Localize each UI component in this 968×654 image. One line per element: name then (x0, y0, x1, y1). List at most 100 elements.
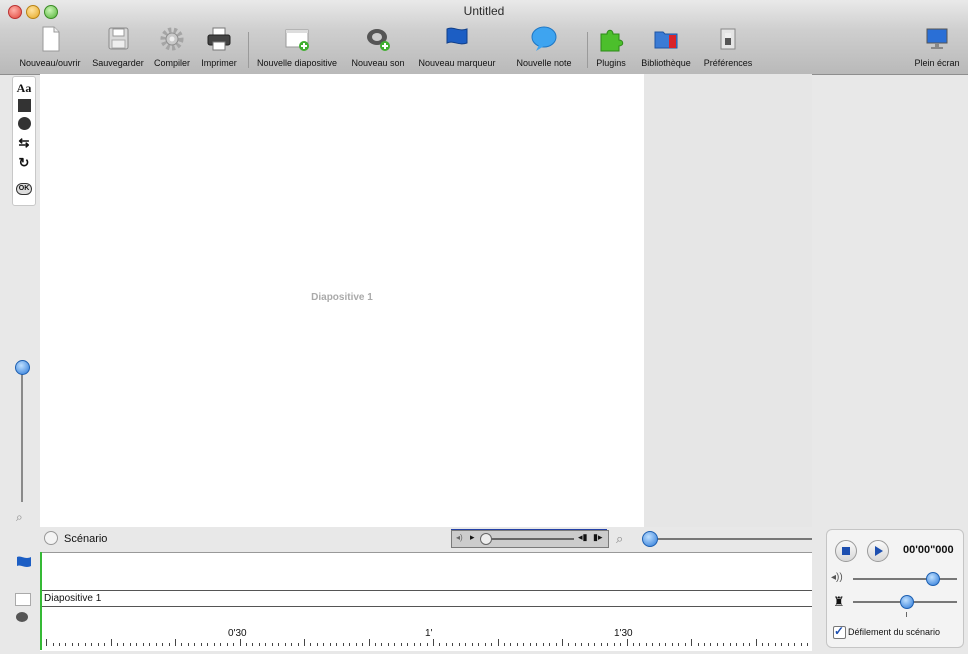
ruler-tick (523, 643, 525, 646)
loop-tool[interactable]: ↻ (13, 154, 35, 172)
ruler-tick (710, 643, 712, 646)
new-slide-label: Nouvelle diapositive (256, 58, 338, 68)
ruler-tick (645, 643, 647, 646)
ruler-tick (323, 643, 325, 646)
ruler-tick (271, 643, 273, 646)
slide-track-item[interactable]: Diapositive 1 (44, 593, 101, 604)
ruler-tick (549, 643, 551, 646)
ruler-tick (394, 643, 396, 646)
new-open-label: Nouveau/ouvrir (19, 58, 81, 68)
ruler-tick (620, 643, 622, 646)
stop-button[interactable] (835, 540, 857, 562)
square-icon (17, 99, 31, 112)
new-marker-button[interactable]: Nouveau marqueur (414, 26, 500, 68)
ruler-tick (304, 639, 305, 646)
rectangle-tool[interactable] (13, 97, 35, 117)
plugins-button[interactable]: Plugins (594, 26, 628, 68)
ruler-tick (633, 643, 634, 646)
speech-bubble-icon (531, 26, 557, 52)
ruler-tick (452, 643, 454, 646)
print-button[interactable]: Imprimer (198, 26, 240, 68)
text-tool[interactable]: Aa (13, 79, 35, 97)
ruler-tick (71, 643, 73, 646)
ruler-tick (794, 643, 796, 646)
ruler-tick (613, 643, 615, 646)
ruler-tick (781, 643, 783, 646)
ruler-tick (639, 643, 641, 646)
ruler-tick (652, 643, 654, 646)
tick-label: 1' (425, 628, 433, 639)
scroll-checkbox[interactable]: ✓ (833, 624, 846, 639)
ruler-tick (445, 643, 447, 646)
ruler-tick (175, 639, 176, 646)
ruler-tick (478, 643, 480, 646)
preferences-button[interactable]: Préférences (700, 26, 756, 68)
next-frame-icon[interactable]: ▮▸ (593, 532, 602, 543)
speed-slider-handle[interactable] (900, 595, 914, 609)
mini-player[interactable]: ◂) ▸ ◂▮ ▮▸ (451, 530, 609, 548)
new-sound-button[interactable]: Nouveau son (350, 26, 406, 68)
volume-icon: ◂)) (831, 572, 843, 583)
tick-label: 1'30 (614, 628, 633, 639)
slide-track-icon (15, 593, 31, 606)
mini-scrub-handle[interactable] (480, 533, 492, 545)
ruler-tick (407, 643, 409, 646)
slide-canvas[interactable]: Diapositive 1 (40, 74, 644, 527)
compile-label: Compiler (153, 58, 190, 68)
ok-button-tool[interactable]: OK (13, 177, 35, 195)
ruler-tick (258, 643, 260, 646)
ruler-tick (220, 643, 222, 646)
volume-mini-icon: ◂) (456, 533, 463, 542)
track-divider (42, 606, 812, 607)
new-slide-icon (284, 26, 310, 52)
play-mini-icon[interactable]: ▸ (470, 532, 475, 543)
new-open-button[interactable]: Nouveau/ouvrir (18, 26, 82, 68)
ruler-tick (245, 643, 247, 646)
ruler-tick (658, 643, 660, 646)
ellipse-tool[interactable] (13, 115, 35, 135)
time-display: 00'00"000 (903, 544, 954, 556)
ruler-tick (716, 643, 718, 646)
mini-scrub-track[interactable] (482, 538, 574, 540)
fullscreen-button[interactable]: Plein écran (910, 26, 964, 68)
new-note-button[interactable]: Nouvelle note (512, 26, 576, 68)
timeline-zoom-handle[interactable] (642, 531, 658, 547)
ruler-tick (587, 643, 589, 646)
ruler-tick (362, 643, 363, 646)
ruler-tick (142, 643, 144, 646)
volume-slider-handle[interactable] (926, 572, 940, 586)
ruler-tick (342, 643, 344, 646)
ruler-tick (581, 643, 583, 646)
ruler-tick (568, 643, 570, 646)
prev-frame-icon[interactable]: ◂▮ (578, 532, 587, 543)
preferences-label: Préférences (703, 58, 753, 68)
tick-label: 0'30 (228, 628, 247, 639)
volume-slider-track[interactable] (853, 578, 957, 580)
play-button[interactable] (867, 540, 889, 562)
ruler-tick (426, 643, 428, 646)
zoom-slider-track[interactable] (21, 367, 23, 502)
compile-button[interactable]: Compiler (151, 26, 193, 68)
ruler-tick (574, 643, 576, 646)
ruler-tick (91, 643, 93, 646)
play-icon (875, 546, 883, 556)
ruler-tick (194, 643, 196, 646)
timeline-zoom-track[interactable] (650, 538, 812, 540)
ruler-tick (484, 643, 486, 646)
speaker-icon (365, 26, 391, 52)
zoom-slider-handle[interactable] (15, 360, 30, 375)
new-slide-button[interactable]: Nouvelle diapositive (254, 26, 340, 68)
window-title: Untitled (463, 4, 505, 18)
ruler-tick (671, 643, 673, 646)
save-button[interactable]: Sauvegarder (88, 26, 148, 68)
ruler-tick (265, 643, 267, 646)
ruler-tick (387, 643, 389, 646)
swap-tool[interactable]: ⇆ (13, 134, 35, 152)
library-label: Bibliothèque (641, 58, 691, 68)
library-button[interactable]: Bibliothèque (638, 26, 694, 68)
ruler-tick (381, 643, 383, 646)
ruler-tick (97, 643, 99, 646)
inspector-pane (644, 74, 812, 527)
new-note-label: Nouvelle note (516, 58, 572, 68)
new-sound-label: Nouveau son (351, 58, 405, 68)
